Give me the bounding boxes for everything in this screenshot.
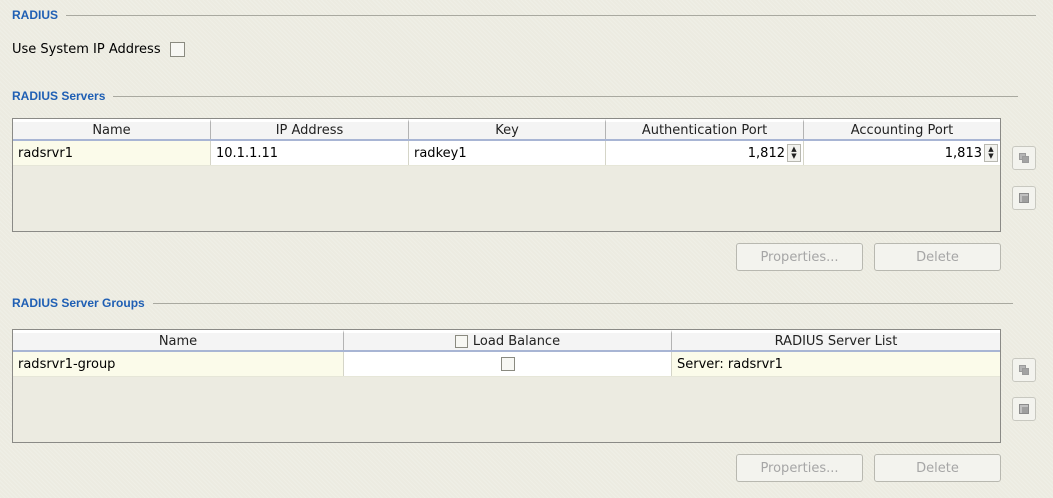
section-divider: [113, 95, 1019, 97]
column-header-ip-address[interactable]: IP Address: [211, 119, 409, 139]
radius-server-groups-title: RADIUS Server Groups: [12, 296, 145, 310]
spinner-down-icon[interactable]: ▼: [791, 153, 796, 160]
column-header-group-name[interactable]: Name: [13, 330, 344, 350]
server-ip-cell[interactable]: 10.1.1.11: [211, 141, 409, 165]
groups-properties-button[interactable]: Properties...: [736, 454, 863, 482]
group-server-list-cell[interactable]: Server: radsrvr1: [672, 352, 1000, 376]
column-header-authentication-port[interactable]: Authentication Port: [606, 119, 804, 139]
table-row[interactable]: radsrvr1 10.1.1.11 radkey1 1,812 ▲ ▼ 1,8…: [13, 141, 1000, 166]
auth-port-spinner[interactable]: ▲ ▼: [787, 144, 801, 162]
server-auth-port-cell[interactable]: 1,812 ▲ ▼: [606, 141, 804, 165]
use-system-ip-label: Use System IP Address: [12, 42, 161, 57]
group-name-cell[interactable]: radsrvr1-group: [13, 352, 344, 376]
column-header-key[interactable]: Key: [409, 119, 606, 139]
spinner-down-icon[interactable]: ▼: [988, 153, 993, 160]
remove-server-button[interactable]: [1012, 186, 1036, 210]
add-group-button[interactable]: [1012, 358, 1036, 382]
column-header-radius-server-list[interactable]: RADIUS Server List: [672, 330, 1000, 350]
column-header-name[interactable]: Name: [13, 119, 211, 139]
radius-server-groups-table-header: Name Load Balance RADIUS Server List: [13, 330, 1000, 352]
groups-delete-button[interactable]: Delete: [874, 454, 1001, 482]
remove-group-button[interactable]: [1012, 397, 1036, 421]
radius-server-groups-section-header: RADIUS Server Groups: [12, 296, 1013, 310]
server-acct-port-cell[interactable]: 1,813 ▲ ▼: [804, 141, 1000, 165]
column-header-accounting-port[interactable]: Accounting Port: [804, 119, 1000, 139]
radius-servers-section-header: RADIUS Servers: [12, 89, 1019, 103]
server-name-cell[interactable]: radsrvr1: [13, 141, 211, 165]
acct-port-spinner[interactable]: ▲ ▼: [984, 144, 998, 162]
radius-section-header: RADIUS: [12, 8, 1037, 22]
copy-icon: [1019, 153, 1029, 163]
radius-server-groups-table: Name Load Balance RADIUS Server List rad…: [12, 329, 1001, 443]
section-divider: [152, 302, 1013, 304]
delete-icon: [1019, 404, 1029, 414]
server-key-cell[interactable]: radkey1: [409, 141, 606, 165]
section-divider: [66, 14, 1037, 16]
load-balance-header-checkbox[interactable]: [454, 335, 468, 348]
servers-properties-button[interactable]: Properties...: [736, 243, 863, 271]
use-system-ip-row: Use System IP Address: [12, 42, 185, 57]
radius-section-title: RADIUS: [12, 8, 59, 22]
acct-port-value[interactable]: 1,813: [945, 146, 982, 161]
load-balance-header-label: Load Balance: [472, 334, 561, 349]
add-server-button[interactable]: [1012, 146, 1036, 170]
auth-port-value[interactable]: 1,812: [748, 146, 785, 161]
radius-servers-table-header: Name IP Address Key Authentication Port …: [13, 119, 1000, 141]
column-header-load-balance[interactable]: Load Balance: [344, 330, 672, 350]
table-row[interactable]: radsrvr1-group Server: radsrvr1: [13, 352, 1000, 377]
radius-servers-table: Name IP Address Key Authentication Port …: [12, 118, 1001, 232]
group-load-balance-cell[interactable]: [344, 352, 672, 376]
delete-icon: [1019, 193, 1029, 203]
radius-servers-title: RADIUS Servers: [12, 89, 106, 103]
servers-delete-button[interactable]: Delete: [874, 243, 1001, 271]
use-system-ip-checkbox[interactable]: [169, 42, 185, 57]
load-balance-checkbox[interactable]: [500, 357, 515, 371]
copy-icon: [1019, 365, 1029, 375]
